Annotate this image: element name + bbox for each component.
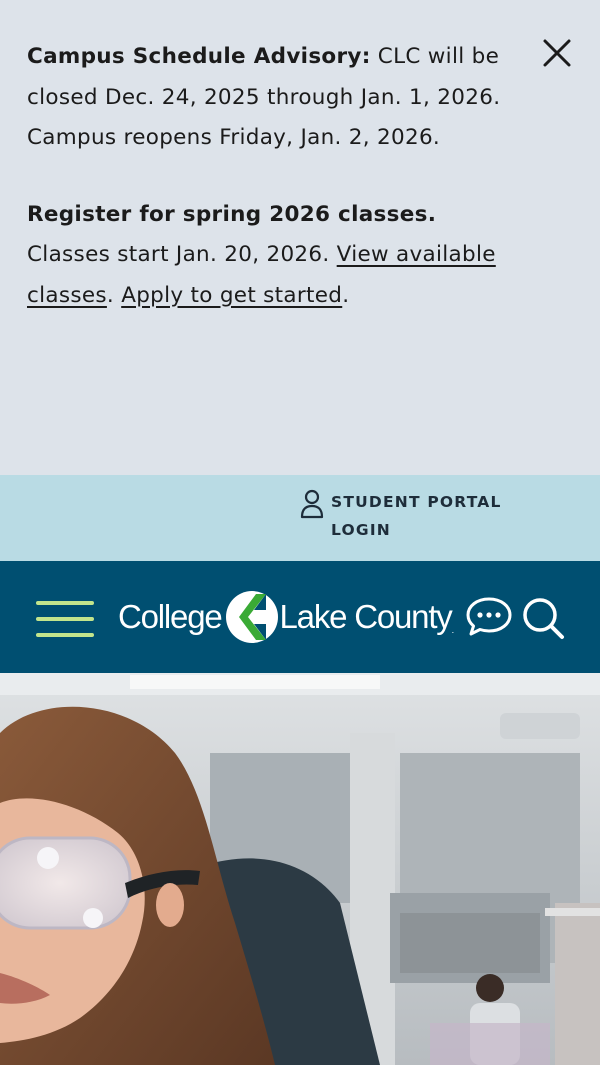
logo-mark-icon xyxy=(225,591,278,643)
search-icon xyxy=(523,598,564,639)
utility-bar: STUDENT PORTAL LOGIN xyxy=(0,475,600,561)
hamburger-menu-icon-line-top xyxy=(36,601,94,605)
hamburger-menu-icon-line-bottom xyxy=(36,633,94,637)
hero-image xyxy=(0,673,600,1065)
student-portal-login-link[interactable]: STUDENT PORTAL LOGIN xyxy=(300,488,516,544)
advisory-banner: Campus Schedule Advisory: CLC will be cl… xyxy=(0,0,600,475)
schedule-advisory: Campus Schedule Advisory: CLC will be cl… xyxy=(27,37,510,159)
apply-link[interactable]: Apply to get started xyxy=(121,283,342,308)
college-logo[interactable]: College Lake County . xyxy=(118,583,454,651)
hamburger-menu-icon-line-middle xyxy=(36,617,94,621)
main-navigation: College Lake County . xyxy=(0,561,600,673)
logo-trademark: . xyxy=(451,625,455,635)
close-advisory-button[interactable] xyxy=(538,34,576,72)
logo-text-college: College xyxy=(118,598,223,635)
registration-text: Classes start Jan. 20, 2026. xyxy=(27,242,337,267)
chat-icon xyxy=(466,597,512,636)
close-icon xyxy=(543,39,571,67)
hero-photo-illustration xyxy=(0,673,600,1065)
student-portal-label: STUDENT PORTAL LOGIN xyxy=(331,493,502,539)
registration-heading: Register for spring 2026 classes. xyxy=(27,201,437,227)
link-separator: . xyxy=(106,282,122,308)
schedule-advisory-heading: Campus Schedule Advisory: xyxy=(27,44,371,69)
end-punctuation: . xyxy=(342,282,350,308)
search-button[interactable] xyxy=(520,596,566,640)
menu-button[interactable] xyxy=(36,601,96,637)
logo-text-lake-county: Lake County xyxy=(279,598,453,635)
user-icon xyxy=(300,489,324,519)
registration-notice: Register for spring 2026 classes. Classe… xyxy=(27,195,510,317)
chat-button[interactable] xyxy=(465,596,513,636)
